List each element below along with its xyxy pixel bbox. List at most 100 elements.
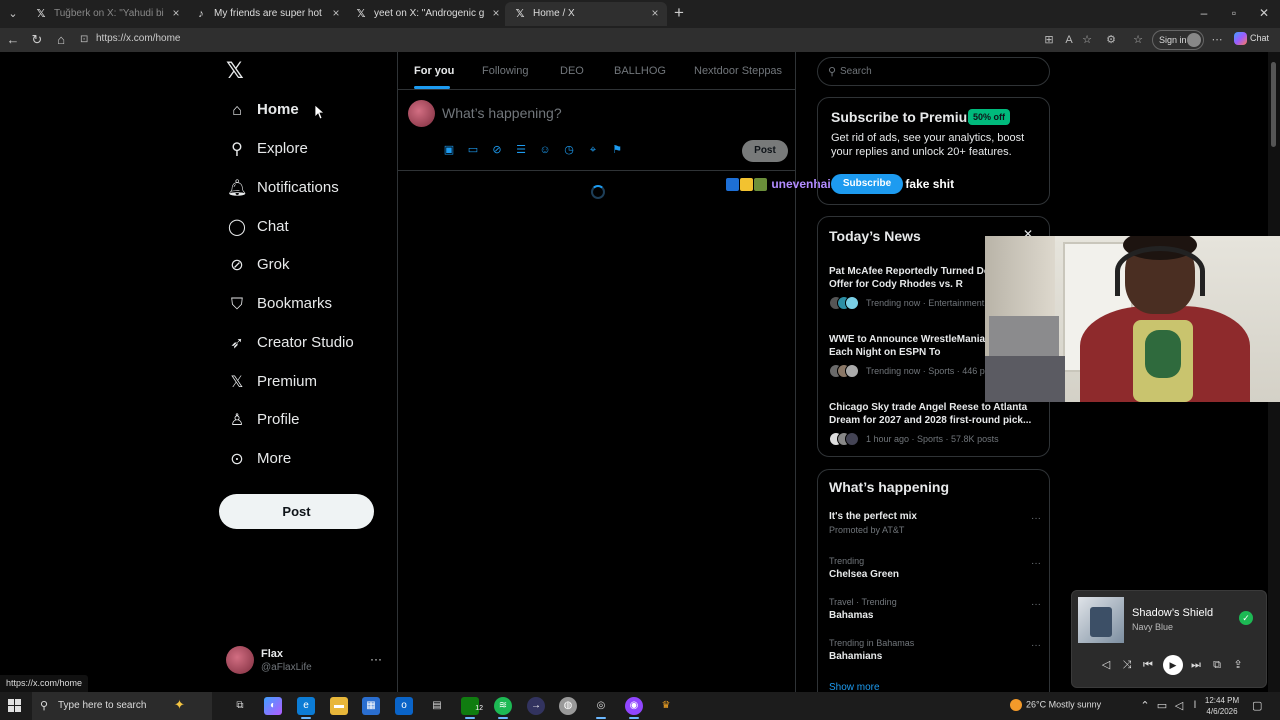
more-dots-icon[interactable]: ··· [370,652,382,666]
close-tab-icon[interactable]: × [649,7,661,19]
play-button[interactable]: ▶ [1163,655,1183,675]
new-tab-button[interactable]: + [670,4,688,22]
sign-in-button[interactable]: Sign in [1152,30,1204,50]
more-dots-icon[interactable]: ··· [1031,640,1041,651]
xbox-icon[interactable]: 12 [461,697,483,719]
tab-following[interactable]: Following [482,65,528,77]
poll-icon[interactable]: ☰ [514,143,528,157]
browser-tab[interactable]: 𝕏 Tuğberk on X: "Yahudi bir şahıs, k × [26,2,188,26]
network-icon[interactable]: ▭ [1155,699,1169,712]
trend-item[interactable]: Trending in Bahamas Bahamians ··· [829,638,1041,668]
sidebar-item-creator-studio[interactable]: ➶ Creator Studio [219,328,359,360]
sidebar-item-label: Notifications [257,179,339,196]
share-icon[interactable]: ⇪ [1230,657,1246,673]
subscribe-button[interactable]: Subscribe [831,174,903,194]
post-button[interactable]: Post [219,494,374,529]
news-headline: Chicago Sky trade Angel Reese to Atlanta… [829,402,1032,426]
copilot-button[interactable]: Chat [1234,32,1276,48]
tab-for-you[interactable]: For you [414,65,454,77]
tab-deo[interactable]: DEO [560,65,584,77]
schedule-icon[interactable]: ◷ [562,143,576,157]
shuffle-icon[interactable]: ⤨ [1119,657,1135,673]
close-window-icon[interactable]: ✕ [1257,6,1271,20]
emoji-icon[interactable]: ☺ [538,143,552,157]
x-logo[interactable]: 𝕏 [226,60,248,82]
account-switcher[interactable]: Flax @aFlaxLife ··· [226,646,386,676]
system-clock[interactable]: 12:44 PM 4/6/2026 [1202,695,1242,717]
home-icon[interactable]: ⌂ [53,32,69,48]
emote-icon [754,178,767,192]
tab-actions-menu-icon[interactable]: ⌄ [4,5,22,23]
microsoft-store-icon[interactable]: ▦ [362,697,380,715]
copilot-app-icon[interactable]: ◐ [264,697,282,715]
sidebar-item-bookmarks[interactable]: ⛉ Bookmarks [219,289,339,321]
browser-tab[interactable]: 𝕏 yeet on X: "Androgenic goes throu × [346,2,508,26]
browser-tab-active[interactable]: 𝕏 Home / X × [505,2,667,26]
maximize-icon[interactable]: ▫ [1227,6,1241,20]
more-dots-icon[interactable]: ··· [1031,513,1041,524]
spotify-icon[interactable]: ≋ [494,697,512,719]
previous-track-icon[interactable]: ⏮ [1140,657,1156,673]
sidebar-item-premium[interactable]: 𝕏 Premium [219,367,329,399]
more-dots-icon[interactable]: ··· [1031,558,1041,569]
notifications-icon[interactable]: ▢ [1252,699,1262,712]
repeat-icon[interactable]: ⧉ [1209,657,1225,673]
outlook-icon[interactable]: o [395,697,413,715]
read-aloud-icon[interactable]: A [1062,33,1076,47]
windows-start-icon[interactable] [8,699,22,713]
tab-ballhog[interactable]: BALLHOG [614,65,666,77]
sidebar-item-profile[interactable]: ♙ Profile [219,405,319,437]
address-bar[interactable]: ⊡ https://x.com/home [76,30,1076,50]
sidebar-item-notifications[interactable]: 🔔︎ Notifications [219,173,349,205]
taskbar-search-input[interactable]: ⚲ Type here to search ✦ [32,692,212,720]
app-icon[interactable]: → [527,697,545,715]
tab-nextdoor-steppas[interactable]: Nextdoor Steppas [694,65,782,77]
flag-icon[interactable]: ⚑ [610,143,624,157]
volume-icon[interactable]: ◁ [1098,657,1114,673]
weather-widget[interactable]: 26°C Mostly sunny [1010,699,1101,711]
search-input[interactable]: ⚲ Search [817,57,1050,86]
obs-icon[interactable]: ◎ [592,697,610,719]
refresh-icon[interactable]: ↻ [29,32,45,48]
back-icon[interactable]: ← [5,32,21,48]
sidebar-item-explore[interactable]: ⚲ Explore [219,134,319,166]
extensions-icon[interactable]: ⚙ [1104,33,1118,47]
trend-item[interactable]: It's the perfect mix Promoted by AT&T ··… [829,511,1041,541]
close-tab-icon[interactable]: × [170,7,182,19]
game-icon[interactable]: ♛ [657,697,675,715]
notepad-icon[interactable]: ▤ [428,697,446,715]
browser-tab[interactable]: ♪ My friends are super hot 🤖😂 # × [186,2,348,26]
more-options-icon[interactable]: ⋯ [1210,33,1224,47]
trend-item[interactable]: Trending Chelsea Green ··· [829,556,1041,586]
sidebar-item-home[interactable]: ⌂ Home [219,95,309,127]
sidebar-item-more[interactable]: ⊙ More [219,444,309,476]
minimize-icon[interactable]: – [1197,6,1211,20]
close-tab-icon[interactable]: × [330,7,342,19]
compose-post-button[interactable]: Post [742,140,788,162]
sidebar-item-grok[interactable]: ⊘ Grok [219,250,299,282]
scrollbar-thumb[interactable] [1271,62,1276,147]
edge-browser-icon[interactable]: e [297,697,315,719]
more-dots-icon[interactable]: ··· [1031,599,1041,610]
grok-icon[interactable]: ⊘ [490,143,504,157]
location-icon[interactable]: ⌖ [586,143,600,157]
next-track-icon[interactable]: ⏭ [1188,657,1204,673]
chevron-up-icon[interactable]: ⌃ [1138,699,1152,712]
media-icon[interactable]: ▣ [442,143,456,157]
gif-icon[interactable]: ▭ [466,143,480,157]
close-tab-icon[interactable]: × [490,7,502,19]
avatar[interactable] [408,100,435,127]
favorite-star-icon[interactable]: ☆ [1080,33,1094,47]
microphone-icon[interactable]: ⏽ [1188,699,1202,712]
app-available-icon[interactable]: ⊞ [1042,33,1056,47]
news-item[interactable]: Chicago Sky trade Angel Reese to Atlanta… [829,401,1041,446]
compose-input[interactable]: What’s happening? [442,105,562,121]
file-explorer-icon[interactable]: ▬ [330,697,348,715]
sidebar-item-chat[interactable]: ◯ Chat [219,212,299,244]
trend-item[interactable]: Travel · Trending Bahamas ··· [829,597,1041,627]
speaker-icon[interactable]: ◁ [1172,699,1186,712]
app-icon[interactable]: ◍ [559,697,577,715]
task-view-icon[interactable]: ⧉ [231,697,249,715]
favorites-icon[interactable]: ☆ [1131,33,1145,47]
app-icon[interactable]: ◉ [625,697,643,719]
